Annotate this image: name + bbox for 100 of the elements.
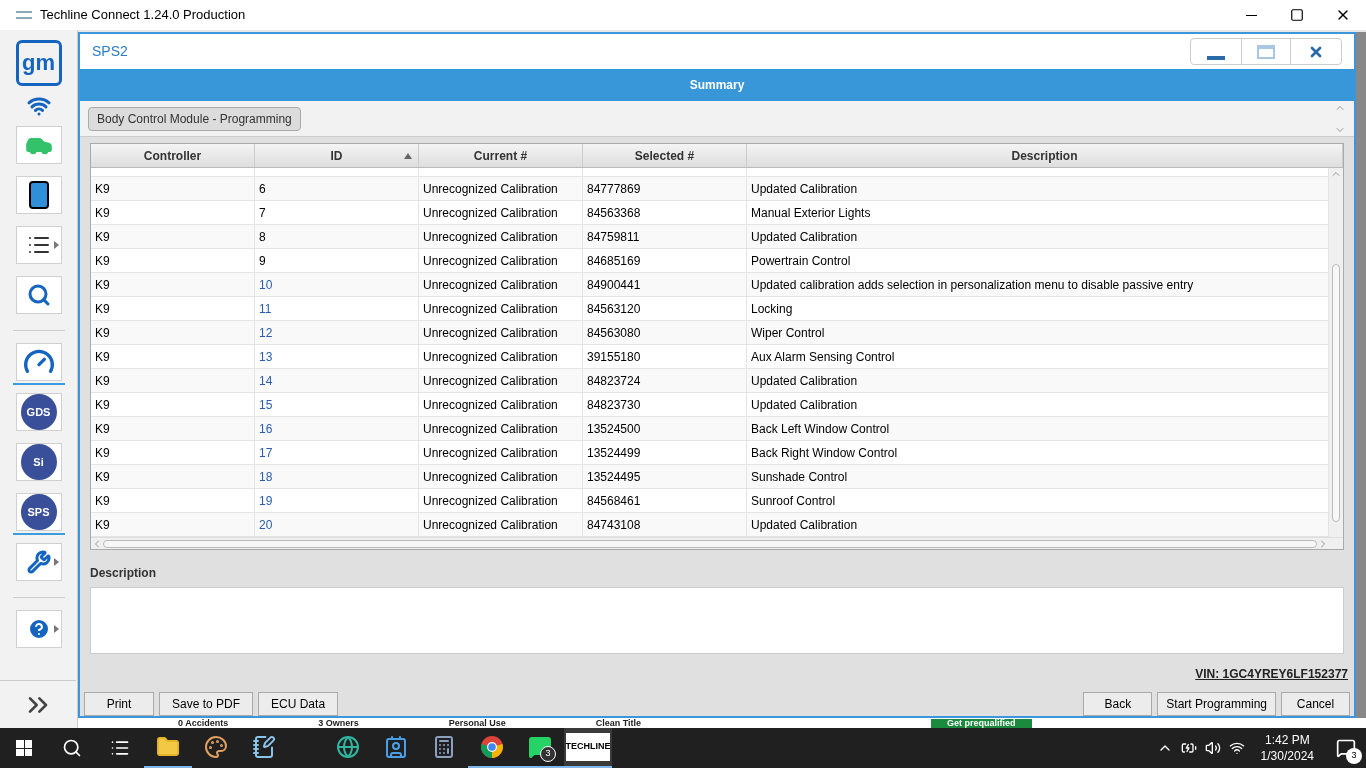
count-badge: 3 [1346,748,1362,764]
minimize-icon [1245,14,1257,16]
table-cell: Unrecognized Calibration [419,345,583,368]
table-cell: 13524495 [583,465,747,488]
edge-icon [336,735,360,759]
action-button[interactable]: ECU Data [258,692,339,716]
table-cell: 12 [255,321,419,344]
table-cell: 84777869 [583,177,747,200]
table-cell: K9 [91,417,255,440]
action-button[interactable]: Back [1083,692,1153,716]
page-text: Clean Title [595,719,642,728]
contact-card-icon [384,735,408,759]
palette-icon [204,735,228,759]
table-cell: 13524499 [583,441,747,464]
folder-icon [156,735,180,759]
table-cell: 84743108 [583,513,747,536]
action-button[interactable]: Print [84,692,154,716]
module-tab[interactable]: Body Control Module - Programming [88,106,301,131]
table-cell: 84900441 [583,273,747,296]
column-header[interactable]: Current # [419,144,583,167]
table-cell: Unrecognized Calibration [419,513,583,536]
minimize-icon [1207,56,1225,60]
table-cell: 13 [255,345,419,368]
table-cell: Unrecognized Calibration [419,369,583,392]
table-cell: Unrecognized Calibration [419,201,583,224]
table-cell: Unrecognized Calibration [419,441,583,464]
table-cell: Unrecognized Calibration [419,393,583,416]
table-cell: 15 [255,393,419,416]
action-button[interactable]: Save to PDF [159,692,254,716]
table-cell: K9 [91,345,255,368]
table-cell: K9 [91,489,255,512]
table-cell: 84563080 [583,321,747,344]
table-cell: K9 [91,273,255,296]
submenu-arrow-icon [53,558,59,566]
table-cell: K9 [91,441,255,464]
table-cell: 84563120 [583,297,747,320]
notification-button[interactable]: 3 [1326,728,1366,768]
table-cell: K9 [91,297,255,320]
notepad-icon [252,735,276,759]
maximize-icon [1290,8,1304,22]
calculator-icon [432,735,456,759]
horizontal-scrollbar[interactable] [91,537,1343,549]
table-cell: Unrecognized Calibration [419,465,583,488]
maximize-icon [1257,44,1275,59]
table-cell: 84823730 [583,393,747,416]
table-cell: 39155180 [583,345,747,368]
table-cell: K9 [91,321,255,344]
wrench-icon [26,550,51,574]
page-text: 0 Accidents [178,719,229,728]
table-cell: Unrecognized Calibration [419,417,583,440]
table-cell: 20 [255,513,419,536]
table-cell: 13524500 [583,417,747,440]
dialog-title: SPS2 [92,42,128,61]
volume-icon[interactable] [1204,740,1221,756]
table-cell: Unrecognized Calibration [419,489,583,512]
table-cell: 9 [255,249,419,272]
table-cell: 84759811 [583,225,747,248]
column-header[interactable]: Controller [91,144,255,167]
sidebar-button[interactable] [15,226,62,264]
table-cell: Unrecognized Calibration [419,321,583,344]
column-header[interactable]: Description [747,144,1343,167]
table-cell: 11 [255,297,419,320]
app-logo-icon [16,11,32,19]
sort-arrow-icon [404,152,412,159]
table-cell: 84685169 [583,249,747,272]
table-cell: 84563368 [583,201,747,224]
submenu-arrow-icon [53,625,59,633]
table-cell: 17 [255,441,419,464]
table-cell: 84823724 [583,369,747,392]
window-title: Techline Connect 1.24.0 Production [40,6,246,25]
table-cell: 18 [255,465,419,488]
battery-icon[interactable] [1180,740,1197,756]
gm-logo: gm [15,40,62,86]
page-text: Get prequalified [931,719,1032,728]
task-view-icon [110,738,130,758]
clock[interactable]: 1:42 PM 1/30/2024 [1260,732,1314,764]
column-header[interactable]: ID [255,144,419,167]
column-header[interactable]: Selected # [583,144,747,167]
page-text: Personal Use [448,719,506,728]
table-cell: 7 [255,201,419,224]
table-cell: 14 [255,369,419,392]
action-button[interactable]: Start Programming [1157,692,1276,716]
table-cell: K9 [91,177,255,200]
table-cell: 8 [255,225,419,248]
table-cell: K9 [91,465,255,488]
page-text: 3 Owners [318,719,359,728]
table-cell: Unrecognized Calibration [419,273,583,296]
table-cell: 84568461 [583,489,747,512]
action-button[interactable]: Cancel [1281,692,1350,716]
table-cell: 19 [255,489,419,512]
table-cell: K9 [91,513,255,536]
scrollbar[interactable] [1329,168,1343,537]
tablet-icon [28,181,49,209]
summary-banner: Summary [80,69,1354,101]
table-cell: Unrecognized Calibration [419,297,583,320]
table-cell: Unrecognized Calibration [419,177,583,200]
sidebar-button[interactable] [15,176,62,214]
table-cell: K9 [91,225,255,248]
table-cell: 16 [255,417,419,440]
wifi-icon[interactable] [1228,740,1245,756]
